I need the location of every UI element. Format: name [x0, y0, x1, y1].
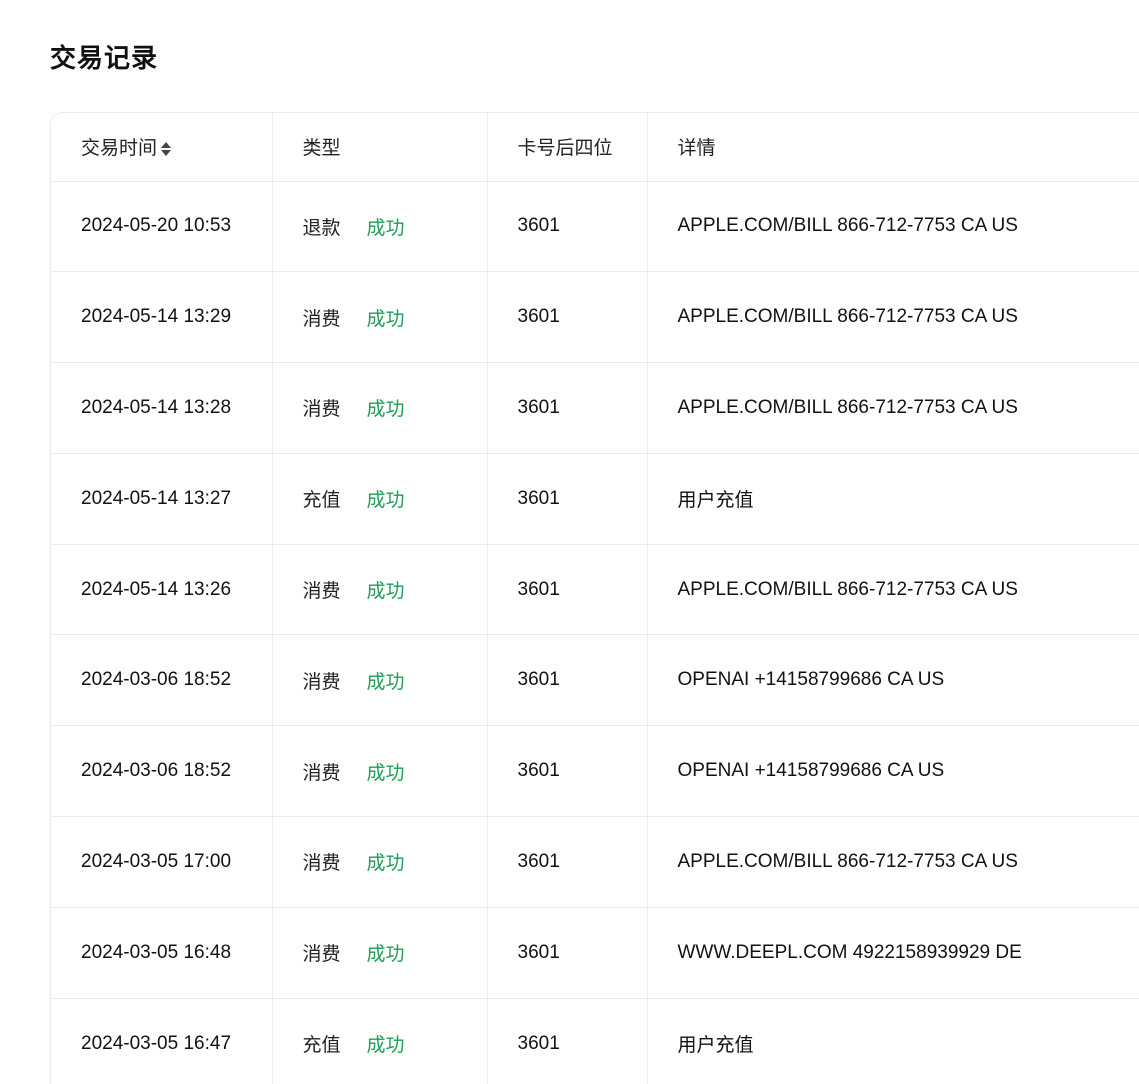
- cell-card-last4: 3601: [487, 181, 648, 273]
- transaction-type: 消费: [302, 944, 341, 966]
- transaction-type: 消费: [302, 399, 341, 421]
- cell-time: 2024-05-14 13:28: [51, 362, 273, 454]
- cell-time: 2024-05-20 10:53: [51, 181, 273, 273]
- column-header-type: 类型: [272, 113, 488, 182]
- cell-detail: APPLE.COM/BILL 866-712-7753 CA US: [647, 181, 1139, 273]
- column-header-detail: 详情: [647, 113, 1139, 182]
- table-body: 2024-05-20 10:53 退款 成功 3601 APPLE.COM/BILL 8…: [51, 181, 1139, 1084]
- table-row: 2024-03-05 16:47 充值 成功 3601 用户充值: [51, 998, 1139, 1084]
- table-row: 2024-05-20 10:53 退款 成功 3601 APPLE.COM/BILL 8…: [51, 181, 1139, 273]
- status-badge: 成功: [366, 581, 405, 603]
- transaction-type: 退款: [302, 217, 341, 239]
- status-badge: 成功: [366, 762, 405, 784]
- cell-type: 消费 成功: [272, 362, 488, 454]
- cell-time: 2024-05-14 13:26: [51, 544, 273, 636]
- status-badge: 成功: [366, 1035, 405, 1057]
- column-header-card: 卡号后四位: [487, 113, 648, 182]
- header-row: 交易时间 类型 卡号后四位 详情: [51, 113, 1139, 182]
- transaction-type: 消费: [302, 308, 341, 330]
- cell-card-last4: 3601: [487, 634, 648, 727]
- cell-time: 2024-03-06 18:52: [51, 725, 273, 818]
- table-row: 2024-05-14 13:26 消费 成功 3601 APPLE.COM/BILL 8…: [51, 544, 1139, 636]
- cell-card-last4: 3601: [487, 544, 648, 636]
- cell-time: 2024-03-05 17:00: [51, 816, 273, 908]
- cell-time: 2024-05-14 13:29: [51, 271, 273, 364]
- transaction-type: 消费: [302, 581, 341, 603]
- page: 交易记录 交易时间 类型 卡号后四位 详情 2024-05-20 10:53 退…: [0, 0, 1139, 1084]
- cell-detail: WWW.DEEPL.COM 4922158939929 DE: [647, 907, 1139, 999]
- status-badge: 成功: [366, 671, 405, 693]
- transaction-type: 消费: [302, 853, 341, 875]
- transaction-type: 充值: [302, 1035, 341, 1057]
- cell-type: 充值 成功: [272, 453, 488, 545]
- cell-detail: OPENAI +14158799686 CA US: [647, 634, 1139, 727]
- column-header-type-label: 类型: [302, 138, 341, 160]
- transaction-type: 消费: [302, 762, 341, 784]
- table-row: 2024-03-05 16:48 消费 成功 3601 WWW.DEEPL.COM 49…: [51, 907, 1139, 999]
- column-header-card-label: 卡号后四位: [517, 138, 613, 160]
- cell-card-last4: 3601: [487, 816, 648, 908]
- table-row: 2024-05-14 13:27 充值 成功 3601 用户充值: [51, 453, 1139, 545]
- cell-type: 退款 成功: [272, 181, 488, 273]
- cell-card-last4: 3601: [487, 725, 648, 818]
- status-badge: 成功: [366, 217, 405, 239]
- cell-detail: APPLE.COM/BILL 866-712-7753 CA US: [647, 362, 1139, 454]
- column-header-time[interactable]: 交易时间: [51, 113, 273, 182]
- cell-detail: 用户充值: [647, 453, 1139, 545]
- cell-type: 消费 成功: [272, 634, 488, 727]
- status-badge: 成功: [366, 490, 405, 512]
- status-badge: 成功: [366, 399, 405, 421]
- column-header-detail-label: 详情: [677, 138, 716, 160]
- cell-type: 消费 成功: [272, 544, 488, 636]
- cell-card-last4: 3601: [487, 362, 648, 454]
- status-badge: 成功: [366, 853, 405, 875]
- page-title: 交易记录: [50, 43, 159, 73]
- status-badge: 成功: [366, 944, 405, 966]
- transactions-table: 交易时间 类型 卡号后四位 详情 2024-05-20 10:53 退款 成功 360…: [51, 113, 1139, 1084]
- table-row: 2024-05-14 13:29 消费 成功 3601 APPLE.COM/BILL 8…: [51, 271, 1139, 364]
- table-header: 交易时间 类型 卡号后四位 详情: [51, 113, 1139, 182]
- cell-card-last4: 3601: [487, 998, 648, 1084]
- cell-detail: APPLE.COM/BILL 866-712-7753 CA US: [647, 271, 1139, 364]
- cell-type: 充值 成功: [272, 998, 488, 1084]
- cell-detail: OPENAI +14158799686 CA US: [647, 725, 1139, 818]
- cell-type: 消费 成功: [272, 816, 488, 908]
- cell-card-last4: 3601: [487, 453, 648, 545]
- cell-card-last4: 3601: [487, 271, 648, 364]
- cell-detail: APPLE.COM/BILL 866-712-7753 CA US: [647, 816, 1139, 908]
- transactions-table-container: 交易时间 类型 卡号后四位 详情 2024-05-20 10:53 退款 成功 360…: [50, 112, 1139, 1084]
- cell-time: 2024-03-05 16:48: [51, 907, 273, 999]
- sort-icon[interactable]: [161, 141, 172, 157]
- transaction-type: 消费: [302, 671, 341, 693]
- cell-detail: 用户充值: [647, 998, 1139, 1084]
- table-row: 2024-05-14 13:28 消费 成功 3601 APPLE.COM/BILL 8…: [51, 362, 1139, 454]
- cell-time: 2024-03-06 18:52: [51, 634, 273, 727]
- column-header-time-label: 交易时间: [81, 138, 158, 160]
- cell-time: 2024-03-05 16:47: [51, 998, 273, 1084]
- cell-detail: APPLE.COM/BILL 866-712-7753 CA US: [647, 544, 1139, 636]
- cell-card-last4: 3601: [487, 907, 648, 999]
- table-row: 2024-03-06 18:52 消费 成功 3601 OPENAI +14158799…: [51, 725, 1139, 818]
- cell-type: 消费 成功: [272, 271, 488, 364]
- table-row: 2024-03-05 17:00 消费 成功 3601 APPLE.COM/BILL 8…: [51, 816, 1139, 908]
- cell-time: 2024-05-14 13:27: [51, 453, 273, 545]
- transaction-type: 充值: [302, 490, 341, 512]
- cell-type: 消费 成功: [272, 725, 488, 818]
- cell-type: 消费 成功: [272, 907, 488, 999]
- table-row: 2024-03-06 18:52 消费 成功 3601 OPENAI +14158799…: [51, 634, 1139, 727]
- status-badge: 成功: [366, 308, 405, 330]
